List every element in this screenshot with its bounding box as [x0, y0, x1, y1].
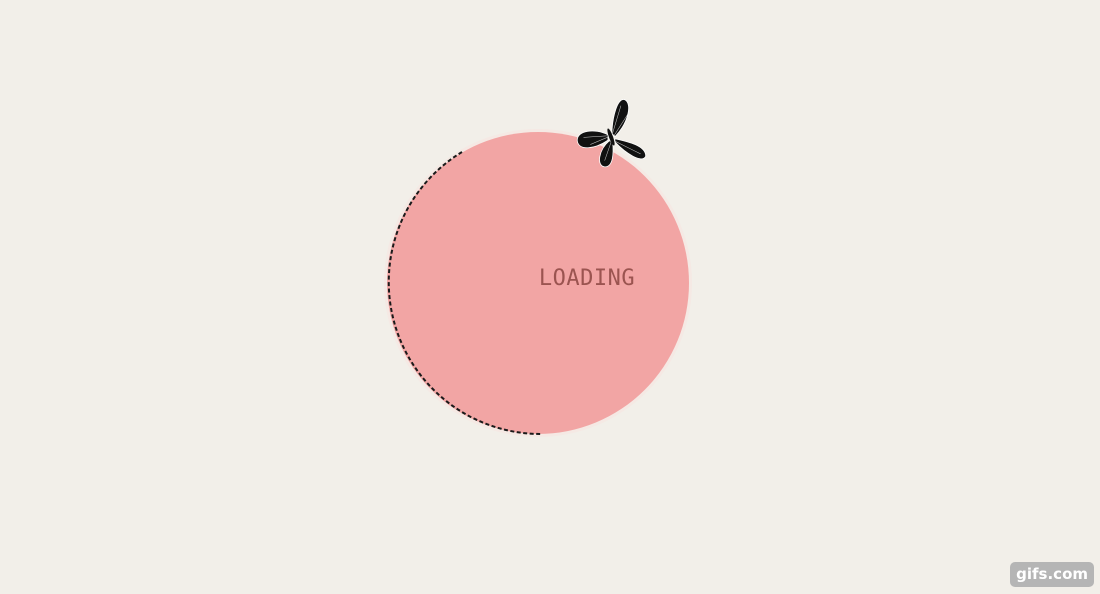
- loading-animation: LOADING: [0, 0, 1100, 594]
- loader-graphic: [384, 99, 692, 437]
- gifs-watermark: gifs.com: [1010, 562, 1094, 587]
- loading-label: LOADING: [538, 266, 636, 291]
